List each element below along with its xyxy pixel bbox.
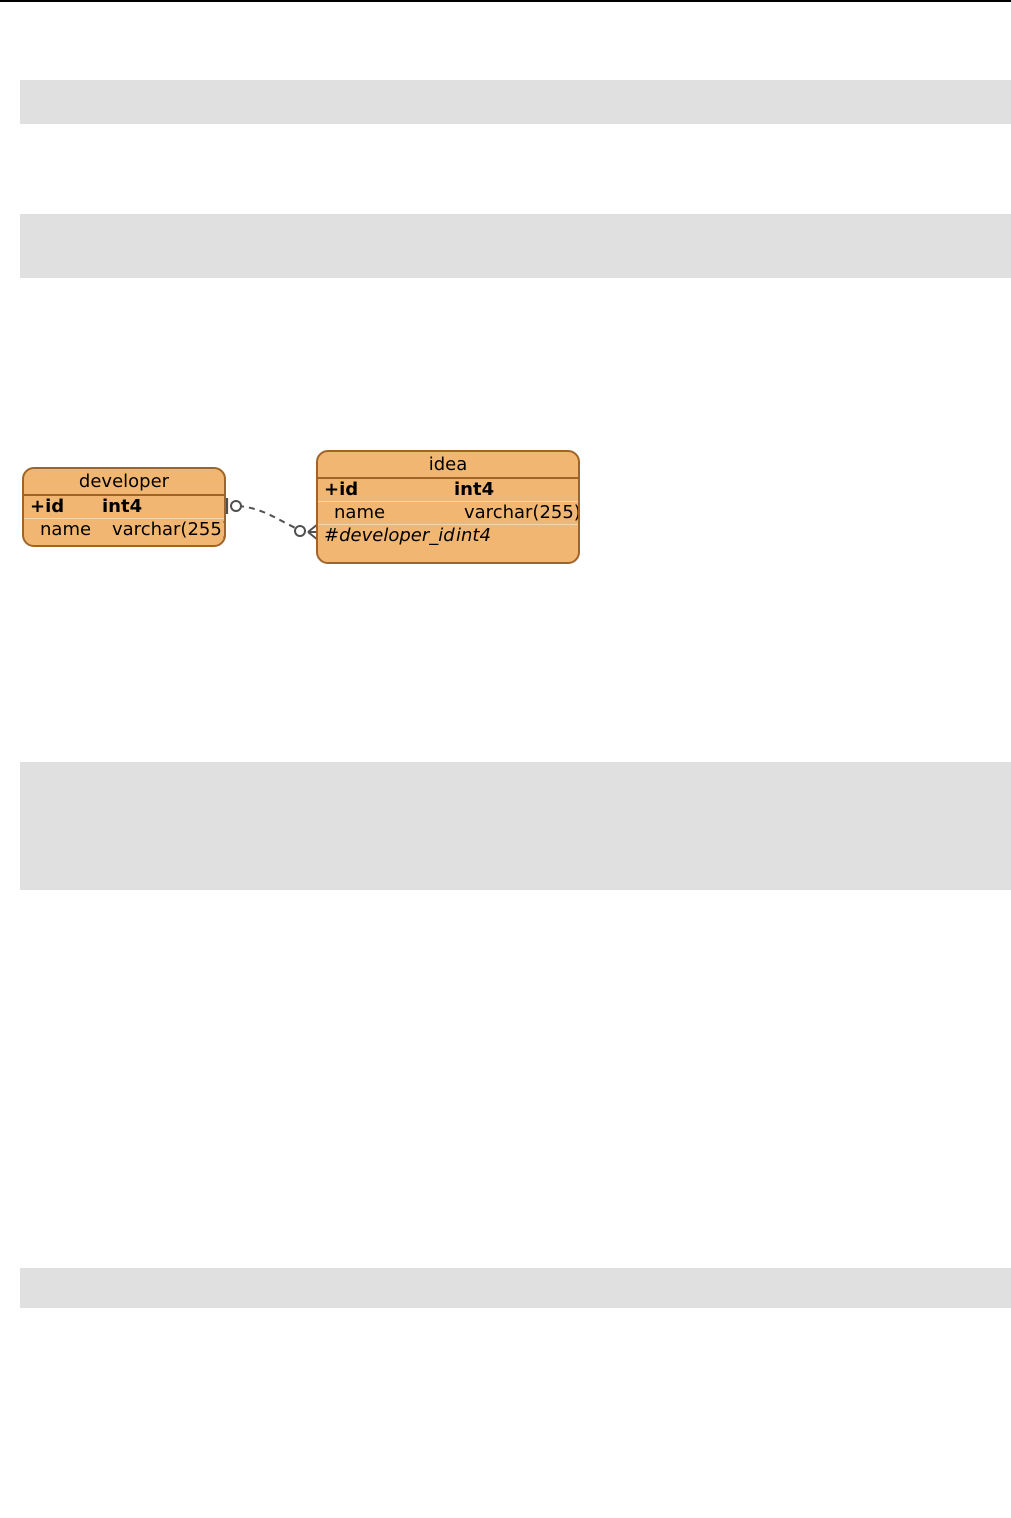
- entity-developer-row-name: name varchar(255): [24, 519, 224, 541]
- entity-idea-title: idea: [318, 452, 578, 477]
- grey-band-2: [20, 214, 1011, 278]
- entity-developer-title: developer: [24, 469, 224, 494]
- grey-band-1: [20, 80, 1011, 124]
- column-type: varchar(255): [464, 502, 580, 524]
- column-name: developer_id: [339, 525, 455, 546]
- column-type: int4: [454, 479, 572, 501]
- fk-marker: #: [324, 525, 339, 546]
- grey-band-3: [20, 762, 1011, 890]
- column-name: name: [40, 519, 91, 540]
- column-type: int4: [102, 496, 218, 518]
- column-type: varchar(255): [112, 519, 226, 541]
- entity-idea: idea +id int4 name varchar(255) #develop…: [316, 450, 580, 564]
- column-name: id: [45, 496, 64, 517]
- entity-idea-row-developer-id: #developer_id int4: [318, 525, 578, 547]
- page-top-border: [0, 0, 1011, 2]
- column-name: name: [334, 502, 385, 523]
- entity-idea-row-id: +id int4: [318, 479, 578, 501]
- pk-marker: +: [324, 479, 339, 500]
- page: developer +id int4 name varchar(255) ide…: [0, 0, 1011, 1518]
- column-type: int4: [456, 525, 572, 547]
- entity-developer: developer +id int4 name varchar(255): [22, 467, 226, 547]
- entity-developer-row-id: +id int4: [24, 496, 224, 518]
- relationship-connector: [224, 448, 320, 548]
- grey-band-4: [20, 1268, 1011, 1308]
- entity-idea-row-name: name varchar(255): [318, 502, 578, 524]
- pk-marker: +: [30, 496, 45, 517]
- column-name: id: [339, 479, 358, 500]
